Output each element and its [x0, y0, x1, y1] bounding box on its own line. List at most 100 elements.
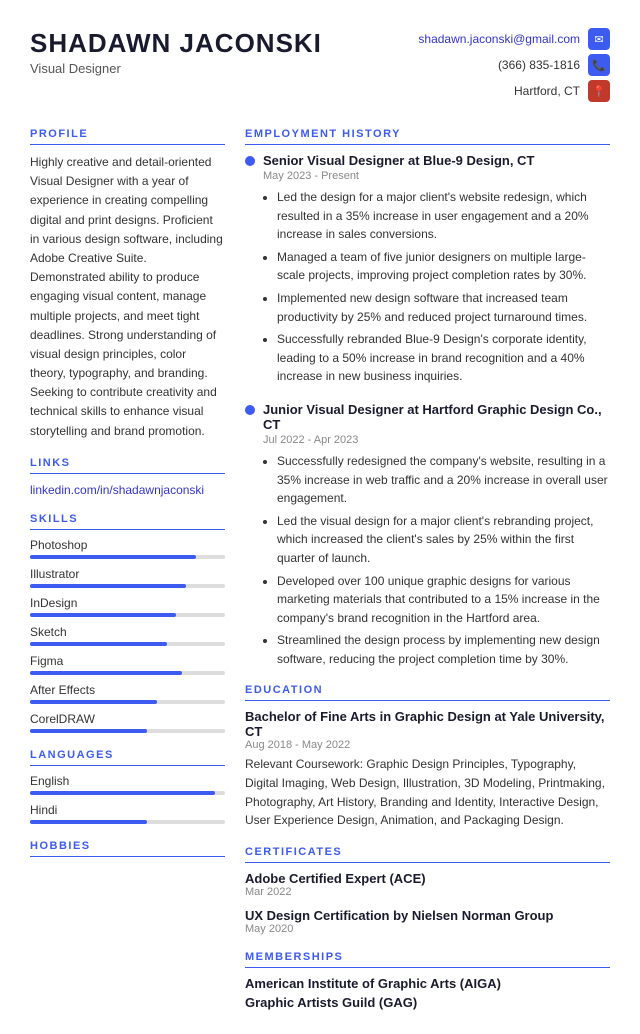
education-content: Bachelor of Fine Arts in Graphic Design … [245, 709, 610, 829]
phone-icon: 📞 [588, 54, 610, 76]
skill-item: After Effects [30, 683, 225, 704]
lang-bar-bg [30, 791, 225, 795]
location-text: Hartford, CT [514, 84, 580, 98]
skill-bar-fill [30, 642, 167, 646]
edu-degree: Bachelor of Fine Arts in Graphic Design … [245, 709, 610, 739]
job-bullet: Streamlined the design process by implem… [277, 631, 610, 668]
skill-bar-fill [30, 613, 176, 617]
job-item: Junior Visual Designer at Hartford Graph… [245, 402, 610, 669]
lang-name: Hindi [30, 803, 225, 817]
email-text: shadawn.jaconski@gmail.com [418, 32, 580, 46]
skill-item: Photoshop [30, 538, 225, 559]
skill-item: Figma [30, 654, 225, 675]
candidate-name: SHADAWN JACONSKI [30, 28, 322, 59]
skills-list: Photoshop Illustrator InDesign Sketch Fi… [30, 538, 225, 733]
skill-item: InDesign [30, 596, 225, 617]
skill-name: InDesign [30, 596, 225, 610]
email-link[interactable]: shadawn.jaconski@gmail.com [418, 32, 580, 46]
right-column: EMPLOYMENT HISTORY Senior Visual Designe… [245, 120, 610, 1014]
job-item: Senior Visual Designer at Blue-9 Design,… [245, 153, 610, 386]
header-left: SHADAWN JACONSKI Visual Designer [30, 28, 322, 76]
header: SHADAWN JACONSKI Visual Designer shadawn… [0, 0, 640, 120]
job-header: Junior Visual Designer at Hartford Graph… [245, 402, 610, 432]
skill-bar-fill [30, 729, 147, 733]
skill-name: Sketch [30, 625, 225, 639]
skill-name: Figma [30, 654, 225, 668]
skill-bar-fill [30, 584, 186, 588]
education-section-title: EDUCATION [245, 684, 610, 701]
candidate-title: Visual Designer [30, 61, 322, 76]
job-dot [245, 405, 255, 415]
language-item: Hindi [30, 803, 225, 824]
phone-text: (366) 835-1816 [498, 58, 580, 72]
lang-bar-fill [30, 820, 147, 824]
skill-bar-bg [30, 642, 225, 646]
phone-contact: (366) 835-1816 📞 [498, 54, 610, 76]
lang-name: English [30, 774, 225, 788]
link-item: linkedin.com/in/shadawnjaconski [30, 482, 225, 497]
edu-date: Aug 2018 - May 2022 [245, 739, 610, 751]
body: PROFILE Highly creative and detail-orien… [0, 120, 640, 1034]
email-icon: ✉ [588, 28, 610, 50]
jobs-list: Senior Visual Designer at Blue-9 Design,… [245, 153, 610, 668]
profile-section-title: PROFILE [30, 128, 225, 145]
lang-bar-bg [30, 820, 225, 824]
membership-item: American Institute of Graphic Arts (AIGA… [245, 976, 610, 991]
skill-bar-fill [30, 671, 182, 675]
job-bullet: Successfully rebranded Blue-9 Design's c… [277, 330, 610, 386]
job-header: Senior Visual Designer at Blue-9 Design,… [245, 153, 610, 168]
cert-item: Adobe Certified Expert (ACE) Mar 2022 [245, 871, 610, 898]
job-bullet: Managed a team of five junior designers … [277, 248, 610, 285]
location-icon: 📍 [588, 80, 610, 102]
profile-text: Highly creative and detail-oriented Visu… [30, 153, 225, 441]
job-bullets: Successfully redesigned the company's we… [263, 452, 610, 669]
linkedin-link[interactable]: linkedin.com/in/shadawnjaconski [30, 483, 204, 497]
skill-name: Illustrator [30, 567, 225, 581]
skill-bar-bg [30, 700, 225, 704]
job-bullet: Implemented new design software that inc… [277, 289, 610, 326]
resume-container: SHADAWN JACONSKI Visual Designer shadawn… [0, 0, 640, 1034]
job-bullet: Successfully redesigned the company's we… [277, 452, 610, 508]
skill-bar-bg [30, 584, 225, 588]
skill-bar-bg [30, 671, 225, 675]
memberships-list: American Institute of Graphic Arts (AIGA… [245, 976, 610, 1010]
skill-bar-fill [30, 700, 157, 704]
languages-list: English Hindi [30, 774, 225, 824]
cert-date: May 2020 [245, 923, 610, 935]
skills-section-title: SKILLS [30, 513, 225, 530]
job-bullet: Developed over 100 unique graphic design… [277, 572, 610, 628]
language-item: English [30, 774, 225, 795]
skill-bar-bg [30, 729, 225, 733]
skill-item: Sketch [30, 625, 225, 646]
skill-bar-fill [30, 555, 196, 559]
job-date: May 2023 - Present [263, 170, 610, 182]
email-contact: shadawn.jaconski@gmail.com ✉ [418, 28, 610, 50]
employment-section-title: EMPLOYMENT HISTORY [245, 128, 610, 145]
cert-date: Mar 2022 [245, 886, 610, 898]
left-column: PROFILE Highly creative and detail-orien… [30, 120, 225, 1014]
skill-name: CorelDRAW [30, 712, 225, 726]
certificates-section-title: CERTIFICATES [245, 846, 610, 863]
memberships-section-title: MEMBERSHIPS [245, 951, 610, 968]
certificates-list: Adobe Certified Expert (ACE) Mar 2022 UX… [245, 871, 610, 935]
skill-item: CorelDRAW [30, 712, 225, 733]
job-bullets: Led the design for a major client's webs… [263, 188, 610, 386]
location-contact: Hartford, CT 📍 [514, 80, 610, 102]
cert-title: UX Design Certification by Nielsen Norma… [245, 908, 610, 923]
skill-bar-bg [30, 555, 225, 559]
edu-desc: Relevant Coursework: Graphic Design Prin… [245, 755, 610, 829]
job-date: Jul 2022 - Apr 2023 [263, 434, 610, 446]
skill-name: Photoshop [30, 538, 225, 552]
job-title: Senior Visual Designer at Blue-9 Design,… [263, 153, 534, 168]
hobbies-section-title: HOBBIES [30, 840, 225, 857]
skill-bar-bg [30, 613, 225, 617]
lang-bar-fill [30, 791, 215, 795]
skill-item: Illustrator [30, 567, 225, 588]
skill-name: After Effects [30, 683, 225, 697]
cert-item: UX Design Certification by Nielsen Norma… [245, 908, 610, 935]
job-bullet: Led the design for a major client's webs… [277, 188, 610, 244]
job-bullet: Led the visual design for a major client… [277, 512, 610, 568]
links-section-title: LINKS [30, 457, 225, 474]
languages-section-title: LANGUAGES [30, 749, 225, 766]
membership-item: Graphic Artists Guild (GAG) [245, 995, 610, 1010]
